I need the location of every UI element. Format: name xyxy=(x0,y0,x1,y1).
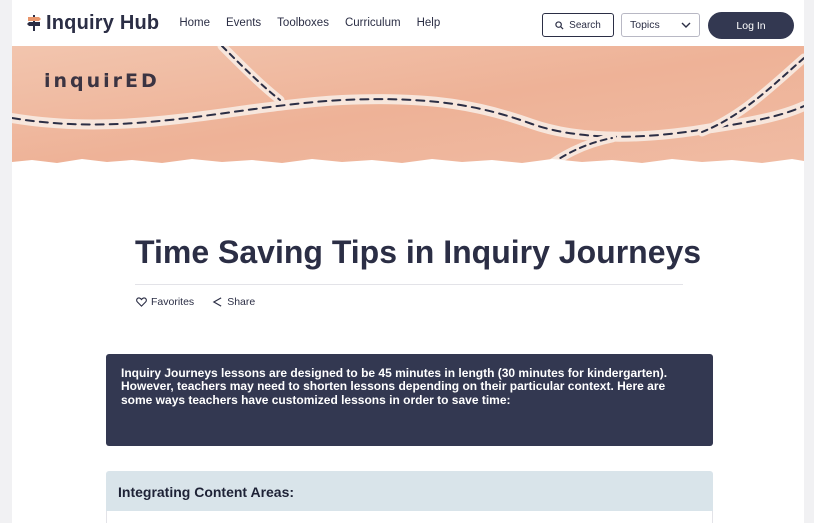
nav-link-events[interactable]: Events xyxy=(226,17,261,29)
signpost-icon xyxy=(27,15,41,31)
chevron-down-icon xyxy=(681,22,691,28)
hero-illustration xyxy=(12,46,804,170)
intro-text: Inquiry Journeys lessons are designed to… xyxy=(121,366,668,407)
main-nav: Home Events Toolboxes Curriculum Help xyxy=(179,17,440,29)
hero-banner: inquirED xyxy=(12,46,804,170)
favorites-button[interactable]: Favorites xyxy=(136,296,194,308)
login-button[interactable]: Log In xyxy=(708,12,794,39)
inquired-logo: inquirED xyxy=(44,70,160,92)
nav-link-home[interactable]: Home xyxy=(179,17,210,29)
title-divider xyxy=(135,284,683,285)
accordion-header-integrating-content-areas[interactable]: Integrating Content Areas: xyxy=(106,471,713,511)
nav-link-toolboxes[interactable]: Toolboxes xyxy=(277,17,329,29)
search-button[interactable]: Search xyxy=(542,13,614,37)
top-navigation-bar: Inquiry Hub Home Events Toolboxes Curric… xyxy=(12,0,804,46)
accordion-body xyxy=(106,511,713,523)
page: Inquiry Hub Home Events Toolboxes Curric… xyxy=(0,0,814,523)
intro-callout: Inquiry Journeys lessons are designed to… xyxy=(106,354,713,446)
search-label: Search xyxy=(569,19,601,31)
search-icon xyxy=(555,20,564,30)
article-actions: Favorites Share xyxy=(136,296,255,308)
brand-logo[interactable]: Inquiry Hub xyxy=(26,12,159,35)
section-heading: Integrating Content Areas: xyxy=(118,484,295,500)
share-icon xyxy=(212,297,222,307)
share-label: Share xyxy=(227,296,256,308)
brand-name: Inquiry Hub xyxy=(46,11,160,34)
article-content: Time Saving Tips in Inquiry Journeys Fav… xyxy=(12,166,804,523)
topics-dropdown[interactable]: Topics xyxy=(621,13,700,37)
nav-link-curriculum[interactable]: Curriculum xyxy=(345,17,401,29)
topics-selected: Topics xyxy=(630,19,660,31)
share-button[interactable]: Share xyxy=(212,296,255,308)
heart-icon xyxy=(136,297,147,307)
favorites-label: Favorites xyxy=(151,296,195,308)
nav-link-help[interactable]: Help xyxy=(417,17,441,29)
page-title: Time Saving Tips in Inquiry Journeys xyxy=(135,234,702,270)
